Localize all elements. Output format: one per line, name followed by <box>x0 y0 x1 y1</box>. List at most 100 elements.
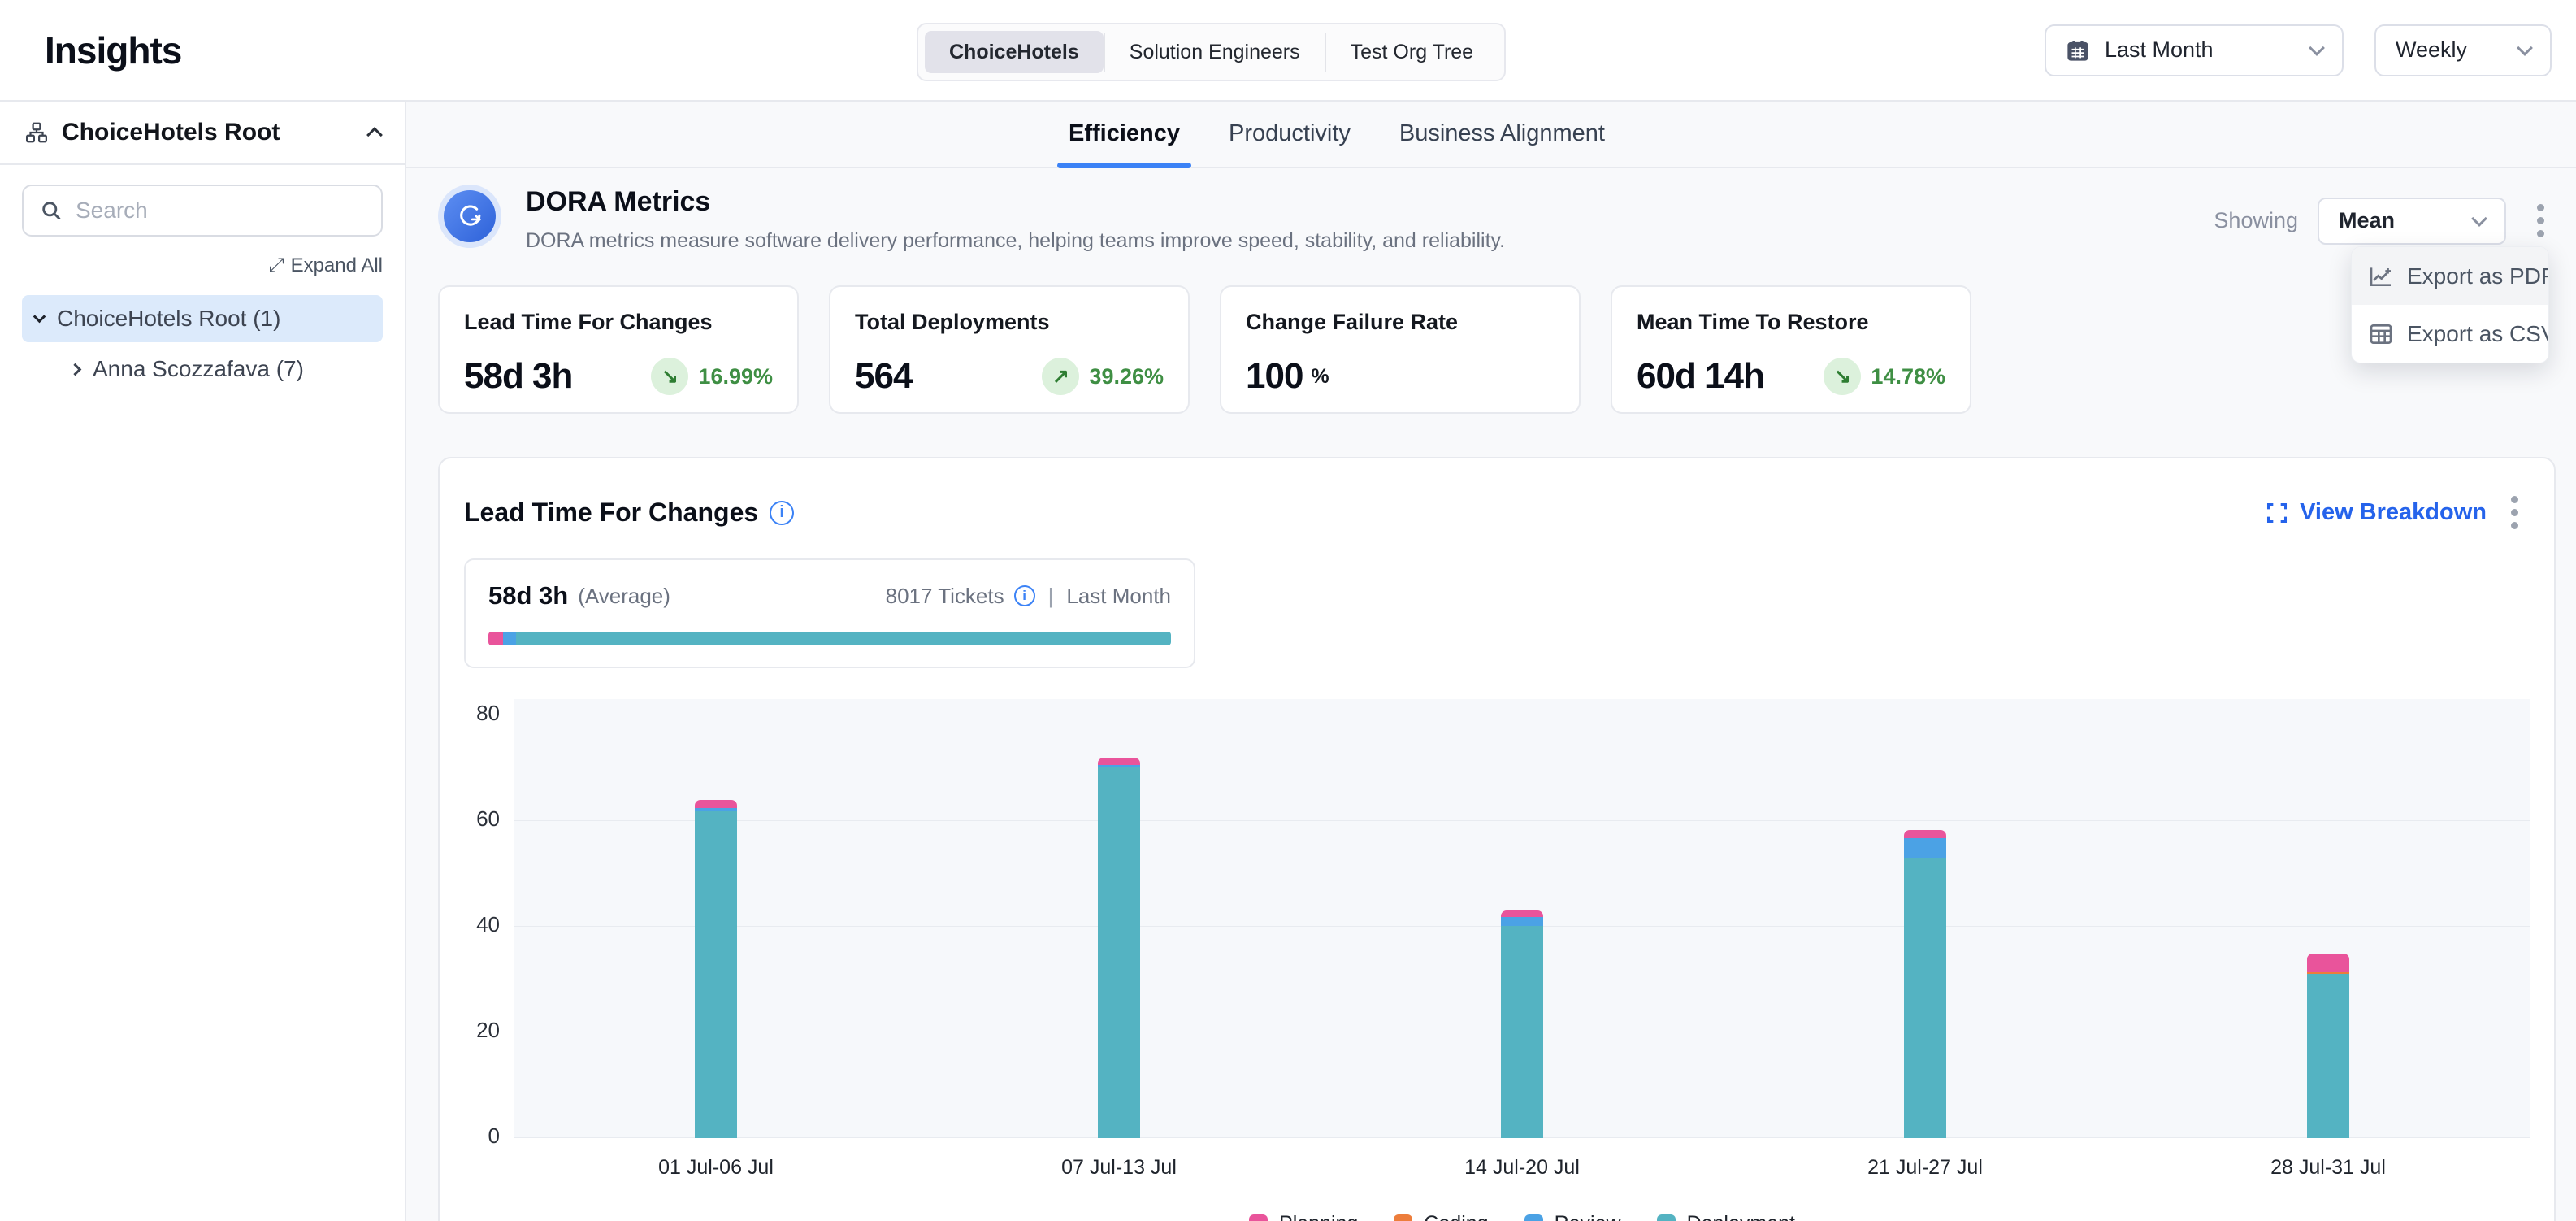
tree-item-label: Anna Scozzafava (7) <box>93 356 304 382</box>
granularity-select[interactable]: Weekly <box>2374 24 2552 76</box>
bar-week-2[interactable] <box>1098 758 1140 1138</box>
y-tick-label: 80 <box>476 701 500 726</box>
search-input[interactable] <box>76 198 369 224</box>
legend-item-deployment[interactable]: Deployment <box>1657 1212 1795 1221</box>
bar-week-5[interactable] <box>2307 954 2349 1138</box>
export-csv-menu-item[interactable]: Export as CSV <box>2352 305 2548 363</box>
bar-segment-deployment[interactable] <box>1098 767 1140 1138</box>
dora-metrics-title: DORA Metrics <box>526 186 1505 218</box>
lead-time-chart-card: Lead Time For Changes i View Breakdown <box>438 457 2556 1221</box>
bar-week-4[interactable] <box>1904 830 1946 1138</box>
expand-all-button[interactable]: ⤢ Expand All <box>268 254 383 277</box>
card-title: Mean Time To Restore <box>1637 310 1945 335</box>
legend-label: Planning <box>1279 1212 1358 1221</box>
gridline <box>514 820 2530 821</box>
org-tab-solution-engineers[interactable]: Solution Engineers <box>1105 31 1325 73</box>
card-value: 60d 14h <box>1637 356 1764 397</box>
tab-efficiency[interactable]: Efficiency <box>1069 120 1180 167</box>
card-value: 564 <box>855 356 912 397</box>
sidebar-root-label: ChoiceHotels Root <box>62 119 356 146</box>
org-tab-group: ChoiceHotels Solution Engineers Test Org… <box>917 23 1506 81</box>
chevron-right-icon[interactable] <box>69 363 82 376</box>
table-icon <box>2368 321 2394 347</box>
chevron-down-icon <box>2309 40 2325 56</box>
trend-arrow-icon: ↘ <box>1824 358 1861 395</box>
x-axis-label: 07 Jul-13 Jul <box>917 1156 1321 1180</box>
card-lead-time-for-changes: Lead Time For Changes 58d 3h ↘ 16.99% <box>438 285 799 414</box>
view-breakdown-button[interactable]: View Breakdown <box>2266 499 2487 526</box>
bar-segment-planning[interactable] <box>695 800 737 808</box>
average-summary-box: 58d 3h (Average) 8017 Tickets i | Last M… <box>464 558 1195 668</box>
bar-segment-review[interactable] <box>1904 838 1946 858</box>
bar-segment-review[interactable] <box>1501 917 1543 926</box>
period-label: Last Month <box>1066 584 1171 609</box>
legend-swatch <box>1657 1214 1676 1221</box>
search-box <box>22 185 383 237</box>
y-axis: 020406080 <box>464 699 514 1138</box>
bar-segment-planning[interactable] <box>1501 910 1543 917</box>
x-axis-label: 01 Jul-06 Jul <box>514 1156 917 1180</box>
card-value: 100 <box>1246 356 1303 397</box>
legend-swatch <box>1524 1214 1543 1221</box>
expand-corners-icon <box>2266 502 2288 524</box>
info-icon[interactable]: i <box>770 501 794 525</box>
legend-item-review[interactable]: Review <box>1524 1212 1621 1221</box>
chevron-down-icon[interactable] <box>33 311 46 324</box>
aggregation-select[interactable]: Mean <box>2318 198 2506 245</box>
export-pdf-menu-item[interactable]: Export as PDF <box>2352 247 2548 305</box>
card-change-failure-rate: Change Failure Rate 100 % <box>1220 285 1581 414</box>
sidebar: ChoiceHotels Root ⤢ Expand All <box>0 102 406 1221</box>
x-axis-label: 21 Jul-27 Jul <box>1724 1156 2127 1180</box>
bar-segment-planning[interactable] <box>1098 758 1140 765</box>
x-axis-label: 14 Jul-20 Jul <box>1321 1156 1724 1180</box>
card-title: Change Failure Rate <box>1246 310 1555 335</box>
expand-arrows-icon: ⤢ <box>268 254 284 277</box>
chart-legend: Planning Coding Review Deployment <box>514 1212 2530 1221</box>
bar-week-3[interactable] <box>1501 910 1543 1138</box>
card-total-deployments: Total Deployments 564 ↗ 39.26% <box>829 285 1190 414</box>
chevron-down-icon <box>2517 40 2533 56</box>
trend-percent: 39.26% <box>1089 364 1164 389</box>
sidebar-header: ChoiceHotels Root <box>0 102 405 165</box>
tab-business-alignment[interactable]: Business Alignment <box>1399 120 1605 167</box>
main-content: Efficiency Productivity Business Alignme… <box>406 102 2576 1221</box>
collapse-chevron-up-icon[interactable] <box>366 127 383 143</box>
org-tab-test-org-tree[interactable]: Test Org Tree <box>1326 31 1498 73</box>
phase-progress-bar <box>488 632 1171 645</box>
bar-segment-deployment[interactable] <box>1501 926 1543 1138</box>
search-icon <box>40 199 63 222</box>
stacked-bar-chart: 020406080 <box>464 699 2530 1138</box>
bar-segment-planning[interactable] <box>2307 954 2349 972</box>
metric-tabs: Efficiency Productivity Business Alignme… <box>406 102 2576 168</box>
bar-segment-deployment[interactable] <box>2307 974 2349 1138</box>
trend-badge: ↘ 14.78% <box>1824 358 1945 395</box>
chart-kebab-menu-button[interactable] <box>2500 488 2530 537</box>
bar-week-1[interactable] <box>695 800 737 1138</box>
info-icon[interactable]: i <box>1014 585 1035 606</box>
expand-all-label: Expand All <box>291 254 383 277</box>
bar-segment-deployment[interactable] <box>695 811 737 1138</box>
legend-item-planning[interactable]: Planning <box>1249 1212 1358 1221</box>
x-axis-label: 28 Jul-31 Jul <box>2127 1156 2530 1180</box>
tab-productivity[interactable]: Productivity <box>1229 120 1351 167</box>
legend-swatch <box>1394 1214 1412 1221</box>
tree-item-anna-scozzafava[interactable]: Anna Scozzafava (7) <box>58 345 383 393</box>
page-title: Insights <box>45 28 181 72</box>
bar-segment-planning[interactable] <box>1904 830 1946 838</box>
y-tick-label: 20 <box>476 1018 500 1043</box>
chart-plus-icon <box>2368 263 2394 289</box>
trend-percent: 14.78% <box>1871 364 1945 389</box>
progress-segment-review <box>503 632 516 645</box>
legend-item-coding[interactable]: Coding <box>1394 1212 1488 1221</box>
dora-metrics-description: DORA metrics measure software delivery p… <box>526 229 1505 253</box>
org-tab-choicehotels[interactable]: ChoiceHotels <box>925 31 1104 73</box>
chevron-down-icon <box>2471 211 2487 227</box>
period-select[interactable]: Last Month <box>2045 24 2344 76</box>
legend-label: Review <box>1555 1212 1621 1221</box>
card-mean-time-to-restore: Mean Time To Restore 60d 14h ↘ 14.78% <box>1611 285 1971 414</box>
dora-kebab-menu-button[interactable] <box>2526 196 2556 246</box>
bar-segment-deployment[interactable] <box>1904 858 1946 1138</box>
tree-item-choicehotels-root[interactable]: ChoiceHotels Root (1) <box>22 295 383 342</box>
trend-badge: ↗ 39.26% <box>1042 358 1164 395</box>
y-tick-label: 0 <box>488 1123 500 1149</box>
